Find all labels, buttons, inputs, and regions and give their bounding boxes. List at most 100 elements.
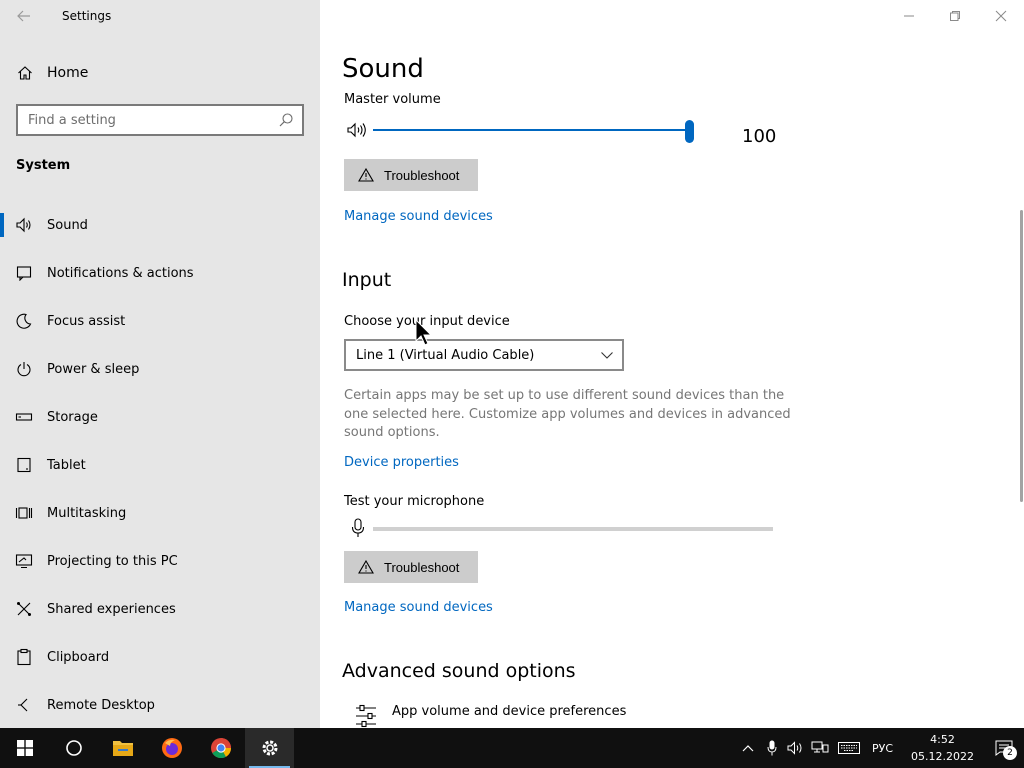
notification-count-badge: 2 [1003, 746, 1017, 760]
back-button[interactable] [10, 4, 38, 28]
sidebar-item-remote-desktop[interactable]: Remote Desktop [0, 681, 320, 729]
sidebar-item-notifications[interactable]: Notifications & actions [0, 249, 320, 297]
chevron-up-icon [742, 745, 754, 752]
taskbar: РУС 4:52 05.12.2022 2 [0, 728, 1024, 768]
keyboard-icon [837, 742, 860, 754]
show-hidden-icons-button[interactable] [736, 728, 760, 768]
app-title: Settings [62, 9, 112, 23]
start-icon [16, 740, 33, 756]
sidebar-item-label: Remote Desktop [47, 697, 155, 713]
action-center-button[interactable]: 2 [984, 728, 1024, 768]
sidebar-item-label: Sound [47, 217, 88, 233]
chevron-down-icon [600, 349, 614, 365]
taskbar-search-button[interactable] [49, 728, 98, 768]
warning-icon [358, 168, 374, 182]
sidebar-item-focus-assist[interactable]: Focus assist [0, 297, 320, 345]
sidebar-item-storage[interactable]: Storage [0, 393, 320, 441]
troubleshoot-output-button[interactable]: Troubleshoot [344, 159, 478, 191]
notification-icon [0, 265, 47, 281]
page-title: Sound [342, 54, 424, 84]
home-icon [0, 65, 47, 81]
close-icon [995, 10, 1007, 22]
tray-keyboard-button[interactable] [832, 728, 866, 768]
sidebar-item-label: Projecting to this PC [47, 553, 178, 569]
sidebar-item-clipboard[interactable]: Clipboard [0, 633, 320, 681]
master-volume-slider-thumb[interactable] [684, 120, 694, 143]
shared-icon [0, 601, 47, 617]
master-volume-slider-track[interactable] [373, 129, 689, 131]
sidebar-item-power-sleep[interactable]: Power & sleep [0, 345, 320, 393]
search-icon[interactable] [278, 112, 294, 132]
title-bar: Settings [0, 0, 320, 32]
firefox-icon [161, 738, 182, 758]
device-properties-link[interactable]: Device properties [344, 455, 459, 470]
settings-icon [262, 740, 277, 756]
sidebar-item-label: Shared experiences [47, 601, 176, 617]
tray-microphone-button[interactable] [760, 728, 784, 768]
search-box[interactable] [16, 104, 304, 136]
tablet-icon [0, 457, 47, 473]
search-input[interactable] [28, 112, 268, 128]
remote-desktop-icon [0, 697, 47, 713]
section-label-system: System [16, 158, 71, 173]
speaker-icon [787, 741, 802, 755]
advanced-sound-heading: Advanced sound options [342, 660, 576, 682]
manage-sound-devices-link[interactable]: Manage sound devices [344, 209, 493, 224]
moon-icon [0, 313, 47, 329]
taskbar-settings[interactable] [245, 728, 294, 768]
input-heading: Input [342, 269, 392, 291]
mouse-cursor-icon [415, 319, 433, 346]
sidebar-item-projecting[interactable]: Projecting to this PC [0, 537, 320, 585]
master-volume-value: 100 [742, 126, 777, 147]
minimize-icon [904, 15, 914, 17]
manage-sound-devices-link-2[interactable]: Manage sound devices [344, 600, 493, 615]
restore-button[interactable] [932, 0, 978, 32]
chrome-icon [210, 738, 231, 759]
troubleshoot-input-button[interactable]: Troubleshoot [344, 551, 478, 583]
home-label: Home [47, 65, 89, 81]
input-device-select[interactable]: Line 1 (Virtual Audio Cable) [344, 339, 624, 371]
language-indicator[interactable]: РУС [866, 742, 901, 755]
sidebar-item-label: Storage [47, 409, 98, 425]
close-button[interactable] [978, 0, 1024, 32]
sidebar-item-sound[interactable]: Sound [0, 201, 320, 249]
master-volume-label: Master volume [344, 92, 441, 107]
sidebar-item-label: Notifications & actions [47, 265, 194, 281]
sidebar-item-tablet[interactable]: Tablet [0, 441, 320, 489]
minimize-button[interactable] [886, 0, 932, 32]
microphone-level-meter [373, 527, 773, 531]
system-tray: РУС 4:52 05.12.2022 2 [736, 728, 1024, 768]
test-microphone-label: Test your microphone [344, 494, 485, 509]
sidebar-item-label: Focus assist [47, 313, 126, 329]
storage-icon [0, 409, 47, 425]
taskbar-firefox[interactable] [147, 728, 196, 768]
input-device-selected-value: Line 1 (Virtual Audio Cable) [356, 347, 535, 363]
start-button[interactable] [0, 728, 49, 768]
mixer-icon [356, 704, 376, 728]
microphone-icon [351, 518, 365, 542]
sidebar-item-label: Multitasking [47, 505, 127, 521]
tray-volume-button[interactable] [784, 728, 808, 768]
projecting-icon [0, 553, 47, 569]
restore-icon [950, 11, 960, 21]
network-icon [811, 741, 829, 753]
tray-network-button[interactable] [808, 728, 832, 768]
clock-time: 4:52 [930, 733, 955, 746]
main-content: Sound Master volume 100 Troubleshoot Man… [320, 0, 1024, 728]
sidebar-item-label: Power & sleep [47, 361, 140, 377]
search-icon [65, 740, 82, 756]
sidebar-nav: Sound Notifications & actions Focus assi… [0, 201, 320, 729]
sidebar-item-shared-experiences[interactable]: Shared experiences [0, 585, 320, 633]
sidebar-item-multitasking[interactable]: Multitasking [0, 489, 320, 537]
speaker-icon[interactable] [346, 121, 368, 143]
app-volume-preferences-item[interactable]: App volume and device preferences [354, 704, 626, 728]
troubleshoot-label: Troubleshoot [384, 167, 460, 183]
back-arrow-icon [17, 10, 30, 22]
clock[interactable]: 4:52 05.12.2022 [901, 731, 984, 765]
clipboard-icon [0, 648, 47, 666]
taskbar-chrome[interactable] [196, 728, 245, 768]
home-link[interactable]: Home [0, 56, 320, 90]
taskbar-file-explorer[interactable] [98, 728, 147, 768]
sidebar: Settings Home System Sound Notifications… [0, 0, 320, 728]
scrollbar[interactable] [1020, 210, 1023, 502]
